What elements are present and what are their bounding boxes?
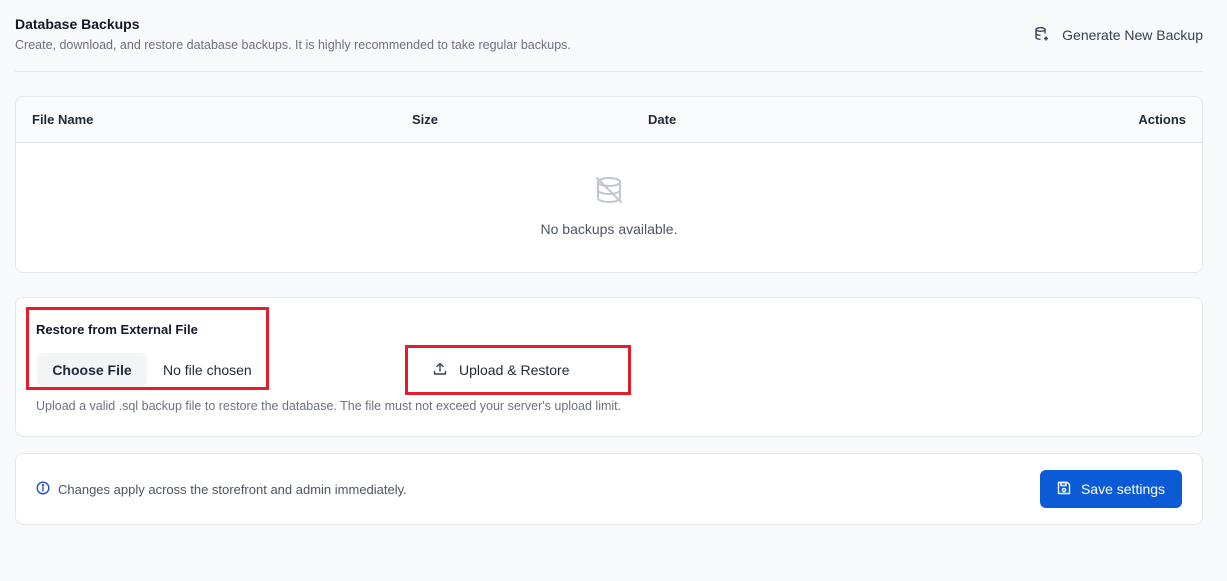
- table-header: File Name Size Date Actions: [16, 97, 1202, 143]
- column-size: Size: [412, 112, 439, 127]
- floppy-disk-icon: [1057, 481, 1071, 498]
- column-actions: Actions: [1138, 112, 1186, 127]
- footer-note-text: Changes apply across the storefront and …: [58, 482, 407, 497]
- page-title: Database Backups: [15, 16, 140, 32]
- column-file-name: File Name: [32, 112, 94, 127]
- footer-note: Changes apply across the storefront and …: [36, 481, 407, 498]
- database-plus-icon: [1034, 26, 1050, 45]
- highlight-box-file-input: [26, 307, 269, 390]
- generate-backup-button[interactable]: Generate New Backup: [1034, 25, 1203, 45]
- backups-table: File Name Size Date Actions No backups a…: [15, 96, 1203, 273]
- empty-state-text: No backups available.: [540, 221, 678, 237]
- database-off-icon: [593, 174, 625, 206]
- settings-footer: Changes apply across the storefront and …: [15, 453, 1203, 525]
- page-description: Create, download, and restore database b…: [15, 38, 571, 52]
- save-settings-button[interactable]: Save settings: [1040, 470, 1182, 508]
- column-date: Date: [648, 112, 677, 127]
- restore-hint: Upload a valid .sql backup file to resto…: [36, 399, 622, 413]
- save-settings-label: Save settings: [1080, 481, 1166, 497]
- page-header: Database Backups Create, download, and r…: [15, 15, 1203, 72]
- generate-backup-label: Generate New Backup: [1062, 27, 1203, 43]
- highlight-box-upload: [405, 345, 631, 395]
- info-icon: [36, 481, 50, 498]
